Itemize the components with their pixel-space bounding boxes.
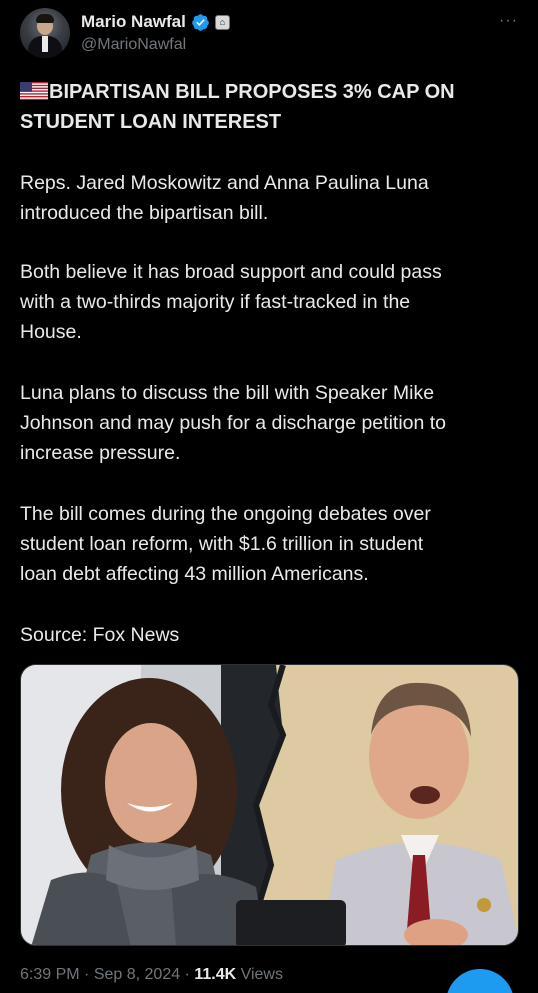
paragraph-line: Source: Fox News	[20, 624, 180, 646]
compose-button[interactable]	[446, 969, 514, 993]
views-label: Views	[236, 966, 283, 983]
more-options-icon[interactable]: ···	[499, 12, 518, 30]
paragraph-line: Both believe it has broad support and co…	[20, 261, 442, 283]
tweet-meta: 6:39 PM · Sep 8, 2024 · 11.4K Views	[20, 966, 283, 984]
tweet-source: Source: Fox News	[20, 620, 520, 650]
verified-badge-icon	[192, 13, 209, 31]
tweet-headline: BIPARTISAN BILL PROPOSES 3% CAP ON STUDE…	[20, 77, 520, 137]
paragraph-line: loan debt affecting 43 million Americans…	[20, 563, 369, 585]
paragraph-line: student loan reform, with $1.6 trillion …	[20, 533, 424, 555]
tweet-paragraph-4: The bill comes during the ongoing debate…	[20, 499, 520, 589]
author-handle[interactable]: @MarioNawfal	[81, 36, 186, 54]
meta-separator: ·	[79, 966, 94, 983]
author-name-row[interactable]: Mario Nawfal ⌂	[81, 12, 230, 32]
paragraph-line: Reps. Jared Moskowitz and Anna Paulina L…	[20, 172, 429, 194]
paragraph-line: introduced the bipartisan bill.	[20, 202, 269, 224]
tweet-photo[interactable]	[20, 664, 519, 946]
affiliate-badge-icon: ⌂	[214, 14, 230, 30]
avatar[interactable]	[20, 8, 70, 58]
paragraph-line: The bill comes during the ongoing debate…	[20, 503, 431, 525]
tweet-time[interactable]: 6:39 PM	[20, 966, 80, 983]
paragraph-line: House.	[20, 321, 82, 343]
tweet-header: Mario Nawfal ⌂ @MarioNawfal ···	[20, 8, 518, 64]
tweet-date[interactable]: Sep 8, 2024	[94, 966, 180, 983]
views-count[interactable]: 11.4K	[194, 966, 236, 983]
tweet-paragraph-2: Both believe it has broad support and co…	[20, 257, 520, 347]
paragraph-line: Johnson and may push for a discharge pet…	[20, 412, 447, 434]
headline-line-2: STUDENT LOAN INTEREST	[20, 111, 282, 133]
author-name[interactable]: Mario Nawfal	[81, 12, 186, 32]
tweet-paragraph-1: Reps. Jared Moskowitz and Anna Paulina L…	[20, 168, 520, 228]
paragraph-line: with a two-thirds majority if fast-track…	[20, 291, 411, 313]
headline-line-1: BIPARTISAN BILL PROPOSES 3% CAP ON	[49, 81, 455, 103]
paragraph-line: increase pressure.	[20, 442, 181, 464]
paragraph-line: Luna plans to discuss the bill with Spea…	[20, 382, 435, 404]
meta-separator: ·	[180, 966, 195, 983]
photo-composite	[21, 665, 518, 945]
us-flag-icon	[20, 82, 48, 100]
tweet-paragraph-3: Luna plans to discuss the bill with Spea…	[20, 378, 520, 468]
